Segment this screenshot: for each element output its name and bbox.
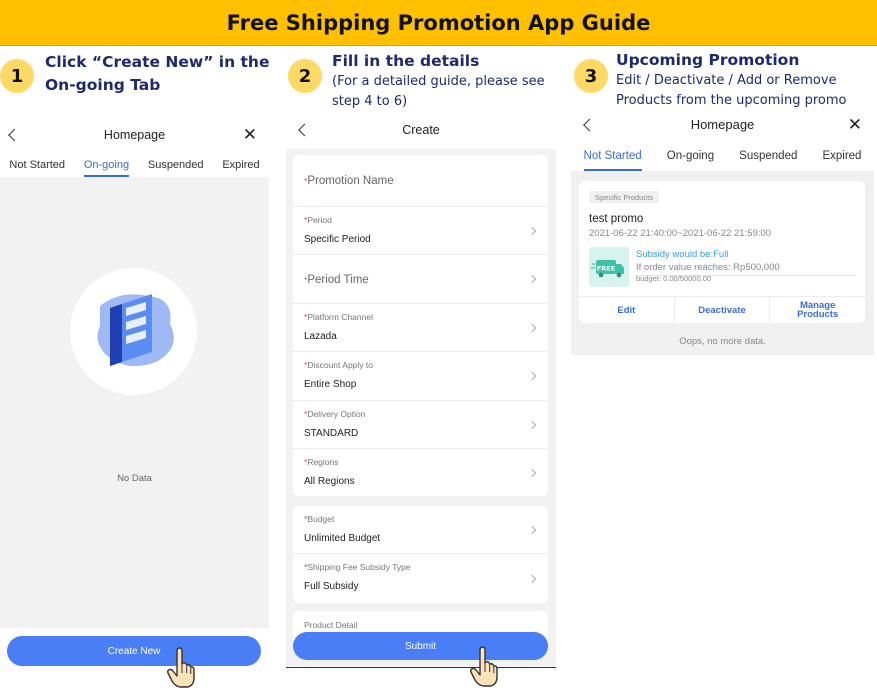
navbar: Homepage ✕ — [0, 118, 269, 152]
tab-expired[interactable]: Expired — [222, 152, 259, 177]
field-value: Entire Shop — [304, 379, 357, 390]
form-card-main: *Promotion Name *Period Specific Period … — [293, 155, 548, 496]
field-platform-channel[interactable]: *Platform Channel Lazada — [293, 304, 548, 352]
field-period-time[interactable]: *Period Time — [293, 255, 548, 304]
pointer-hand-icon — [470, 646, 498, 687]
guide-title: Free Shipping Promotion App Guide — [226, 10, 651, 35]
field-budget[interactable]: *Budget Unlimited Budget — [293, 506, 548, 554]
chevron-right-icon — [527, 468, 537, 477]
field-label: Period Time — [307, 274, 369, 286]
scope-chip: Specific Products — [589, 191, 659, 203]
screen-upcoming-promo: Homepage ✕ Not Started On-going Suspende… — [571, 108, 874, 355]
step-2-number: 2 — [288, 59, 322, 93]
screen-ongoing-empty: Homepage ✕ Not Started On-going Suspende… — [0, 118, 269, 628]
back-icon[interactable] — [8, 128, 21, 142]
field-value: Lazada — [304, 331, 337, 342]
chevron-right-icon — [527, 371, 537, 381]
screen-create-form: Create *Promotion Name *Period Specific … — [286, 111, 556, 666]
step-3-subtitle-line1: Edit / Deactivate / Add or Remove — [616, 73, 837, 88]
tab-not-started[interactable]: Not Started — [9, 152, 65, 177]
empty-state-illustration — [70, 268, 197, 395]
chevron-right-icon — [527, 323, 537, 332]
field-value: Full Subsidy — [304, 581, 359, 592]
tab-suspended[interactable]: Suspended — [148, 152, 204, 177]
field-period[interactable]: *Period Specific Period — [293, 207, 548, 255]
field-value: Specific Period — [304, 234, 371, 245]
step-1-title-line2: On-going Tab — [45, 76, 161, 94]
field-label: Platform Channel — [307, 312, 373, 322]
promotion-period: 2021-06-22 21:40:00~2021-06-22 21:59:00 — [589, 228, 771, 239]
close-icon[interactable]: ✕ — [243, 125, 257, 145]
card-actions: Edit Deactivate Manage Products — [579, 296, 865, 323]
step-1-header: 1 Click “Create New” in the On-going Tab — [0, 49, 285, 119]
condition-text: If order value reaches: Rp500,000 — [636, 262, 780, 273]
field-label: Period — [307, 215, 332, 225]
field-label: Shipping Fee Subsidy Type — [307, 562, 411, 572]
status-tabs: Not Started On-going Suspended Expired — [571, 141, 874, 171]
back-icon[interactable] — [583, 118, 596, 131]
field-label: Budget — [307, 514, 335, 524]
chevron-right-icon — [527, 525, 537, 534]
chevron-right-icon — [527, 420, 537, 429]
tab-not-started[interactable]: Not Started — [583, 141, 642, 171]
tab-on-going[interactable]: On-going — [667, 141, 714, 171]
field-discount-apply[interactable]: *Discount Apply to Entire Shop — [293, 352, 548, 401]
field-subsidy-type[interactable]: *Shipping Fee Subsidy Type Full Subsidy — [293, 554, 548, 603]
subsidy-text: Subsidy would be:Full — [636, 249, 729, 260]
empty-box-icon — [97, 294, 174, 367]
nav-title: Create — [402, 123, 440, 137]
navbar: Create — [286, 111, 556, 149]
pointer-hand-icon — [167, 647, 195, 688]
nav-title: Homepage — [103, 128, 166, 142]
edit-button[interactable]: Edit — [579, 297, 675, 323]
step-1-title-line1: Click “Create New” in the — [45, 53, 270, 71]
field-promotion-name[interactable]: *Promotion Name — [293, 155, 548, 207]
form-card-budget: *Budget Unlimited Budget *Shipping Fee S… — [293, 506, 548, 603]
promotion-name: test promo — [589, 213, 644, 225]
budget-text: budget: 0.00/50000.00 — [636, 274, 712, 283]
chevron-right-icon — [527, 274, 537, 284]
free-shipping-icon: FREE — [589, 247, 629, 287]
field-regions[interactable]: *Regions All Regions — [293, 449, 548, 496]
field-value: Unlimited Budget — [304, 533, 381, 544]
tab-suspended[interactable]: Suspended — [739, 141, 797, 171]
nav-title: Homepage — [690, 117, 755, 132]
field-label: Delivery Option — [307, 409, 366, 419]
status-tabs: Not Started On-going Suspended Expired — [0, 152, 269, 177]
empty-state-text: No Data — [117, 473, 152, 484]
submit-button[interactable]: Submit — [293, 632, 548, 660]
deactivate-button[interactable]: Deactivate — [675, 297, 771, 323]
field-label-product-detail: Product Detail — [304, 620, 358, 630]
close-icon[interactable]: ✕ — [848, 115, 862, 135]
tab-expired[interactable]: Expired — [822, 141, 861, 171]
step-3-number: 3 — [574, 59, 608, 93]
field-label: Regions — [307, 457, 339, 467]
step-2-subtitle-line1: (For a detailed guide, please see — [332, 74, 545, 89]
manage-products-label: Manage Products — [797, 301, 839, 320]
field-label: Discount Apply to — [307, 360, 373, 370]
guide-banner: Free Shipping Promotion App Guide — [0, 0, 877, 46]
field-delivery-option[interactable]: *Delivery Option STANDARD — [293, 401, 548, 449]
field-value: STANDARD — [304, 428, 359, 439]
back-icon[interactable] — [298, 123, 311, 137]
free-badge-text: FREE — [597, 265, 615, 273]
step-1-number: 1 — [0, 59, 34, 93]
truck-icon: FREE — [591, 260, 624, 278]
manage-products-button[interactable]: Manage Products — [770, 297, 865, 323]
step-2-header: 2 Fill in the details (For a detailed gu… — [286, 49, 566, 119]
step-2-title: Fill in the details — [332, 52, 480, 70]
chevron-right-icon — [527, 574, 537, 583]
field-value: All Regions — [304, 476, 355, 487]
tab-on-going[interactable]: On-going — [83, 152, 130, 177]
field-label: Promotion Name — [307, 175, 394, 187]
step-2-subtitle-line2: step 4 to 6) — [332, 94, 408, 109]
create-new-button[interactable]: Create New — [7, 636, 261, 666]
manage-label-line2: Products — [797, 309, 839, 320]
chevron-right-icon — [527, 226, 537, 235]
step-3-title: Upcoming Promotion — [616, 51, 800, 69]
promotion-card[interactable]: Specific Products test promo 2021-06-22 … — [579, 181, 865, 323]
end-of-list-text: Oops, no more data. — [679, 336, 766, 347]
navbar: Homepage ✕ — [571, 108, 874, 141]
divider — [286, 667, 556, 668]
